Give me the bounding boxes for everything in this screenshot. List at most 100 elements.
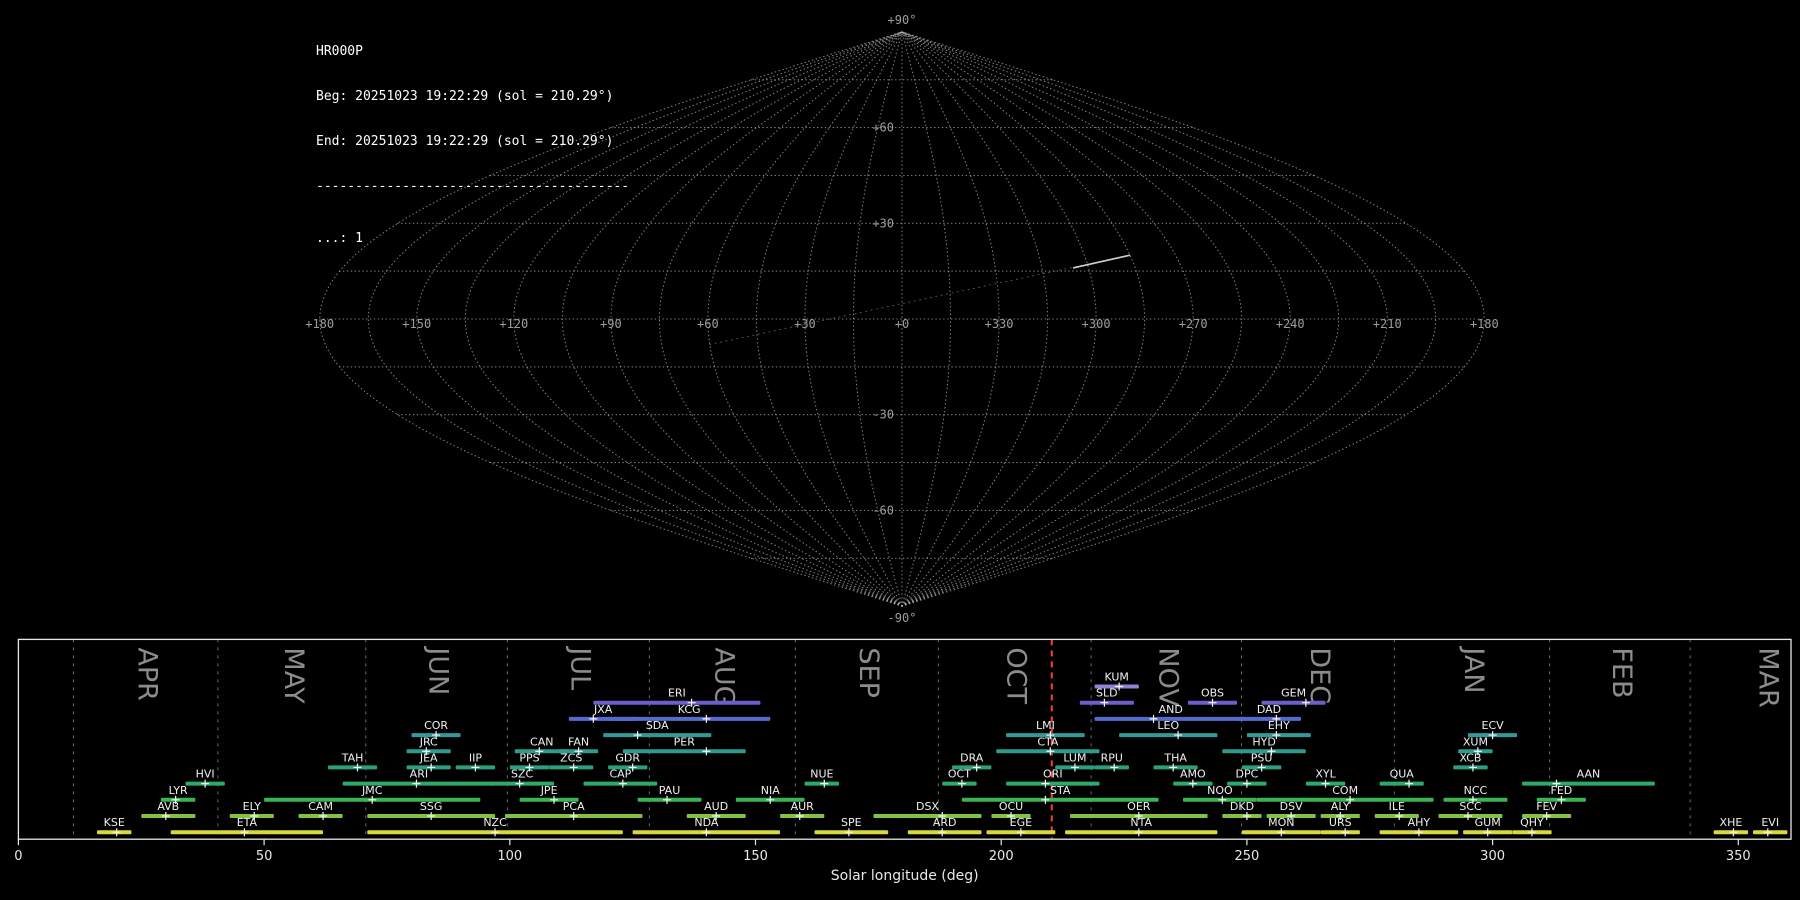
- shower-peak-marker: [427, 763, 436, 772]
- shower-peak-marker: [844, 828, 853, 837]
- shower-label: ECV: [1482, 719, 1505, 732]
- shower-label: AHY: [1408, 816, 1431, 829]
- shower-label: COM: [1332, 784, 1358, 797]
- shower-peak-marker: [702, 714, 711, 723]
- shower-label: NZC: [483, 816, 507, 829]
- shower-label: EHY: [1268, 719, 1290, 732]
- shower-label: NDA: [694, 816, 719, 829]
- shower-label: OCT: [948, 768, 971, 781]
- month-label: MAR: [1752, 647, 1783, 708]
- shower-peak-marker: [1100, 698, 1109, 707]
- shower-peak-marker: [957, 779, 966, 788]
- shower-label: PCA: [563, 800, 585, 813]
- shower-peak-marker: [1016, 828, 1025, 837]
- shower-label: AUR: [791, 800, 815, 813]
- shower-label: ORI: [1043, 768, 1063, 781]
- station-code: HR000P: [316, 44, 363, 59]
- shower-peak-marker: [938, 828, 947, 837]
- shower-peak-marker: [1134, 828, 1143, 837]
- lon-label: +0: [895, 317, 909, 331]
- shower-peak-marker: [1557, 795, 1566, 804]
- shower-label: SSG: [420, 800, 443, 813]
- x-tick-label: 350: [1726, 849, 1751, 864]
- shower-label: CAN: [530, 735, 553, 748]
- lat-label: +60: [872, 121, 894, 135]
- shower-label: JRC: [419, 735, 438, 748]
- shower-label: XUM: [1463, 735, 1488, 748]
- shower-peak-marker: [201, 779, 210, 788]
- month-label: FEB: [1606, 647, 1637, 698]
- shower-peak-marker: [795, 812, 804, 821]
- shower-label: KSE: [104, 816, 125, 829]
- lon-label: +150: [402, 317, 431, 331]
- shower-peak-marker: [702, 747, 711, 756]
- x-tick-label: 300: [1480, 849, 1505, 864]
- shower-label: KUM: [1104, 671, 1128, 684]
- shower-label: ETA: [237, 816, 258, 829]
- lon-label: +270: [1179, 317, 1208, 331]
- shower-label: SPE: [841, 816, 862, 829]
- shower-label: EGE: [1010, 816, 1032, 829]
- month-label: JUL: [564, 645, 595, 690]
- shower-label: AMO: [1180, 768, 1206, 781]
- shower-label: LEO: [1157, 719, 1179, 732]
- month-label: MAY: [278, 647, 309, 704]
- shower-peak-marker: [1468, 763, 1477, 772]
- shower-peak-marker: [1395, 812, 1404, 821]
- shower-peak-marker: [1277, 828, 1286, 837]
- shower-peak-marker: [1527, 828, 1536, 837]
- separator-line: ----------------------------------------: [316, 179, 630, 194]
- shower-label: COR: [424, 719, 448, 732]
- shower-label: ELY: [243, 800, 262, 813]
- shower-label: KCG: [678, 703, 701, 716]
- shower-peak-marker: [766, 795, 775, 804]
- shower-label: TAH: [341, 751, 364, 764]
- shower-peak-marker: [1041, 779, 1050, 788]
- x-tick-label: 250: [1234, 849, 1259, 864]
- shower-peak-marker: [515, 779, 524, 788]
- shower-peak-marker: [161, 812, 170, 821]
- shower-label: FAN: [568, 735, 589, 748]
- x-tick-label: 100: [497, 849, 522, 864]
- shower-label: NIA: [761, 784, 780, 797]
- month-label: DEC: [1304, 647, 1335, 704]
- lat-label: -30: [872, 408, 894, 422]
- meteor-count-line: ...: 1: [316, 231, 363, 246]
- shower-peak-marker: [1414, 828, 1423, 837]
- shower-peak-marker: [1405, 779, 1414, 788]
- shower-label: JPE: [540, 784, 558, 797]
- shower-label: URS: [1329, 816, 1352, 829]
- shower-bar: [1119, 733, 1218, 738]
- shower-label: LYR: [169, 784, 188, 797]
- x-tick-label: 50: [256, 849, 273, 864]
- shower-peak-marker: [427, 812, 436, 821]
- shower-bar: [1522, 781, 1655, 786]
- shower-label: DSX: [916, 800, 939, 813]
- shower-bar: [622, 749, 746, 754]
- lon-label: +300: [1082, 317, 1111, 331]
- shower-peak-marker: [1341, 828, 1350, 837]
- lat-label: +30: [872, 216, 894, 230]
- shower-peak-marker: [112, 828, 121, 837]
- shower-label: OER: [1127, 800, 1151, 813]
- lon-label: +330: [985, 317, 1014, 331]
- shower-peak-marker: [702, 828, 711, 837]
- sky-map: +180 +150 +120 +90 +60 +30 +0 +330 +300 +270 +240 +…: [305, 13, 1499, 625]
- info-block: HR000P Beg: 20251023 19:22:29 (sol = 210…: [316, 14, 629, 276]
- shower-peak-marker: [1242, 812, 1251, 821]
- shower-label: LUM: [1063, 751, 1086, 764]
- shower-peak-marker: [569, 812, 578, 821]
- shower-label: HYD: [1252, 735, 1275, 748]
- shower-bar: [873, 814, 982, 818]
- shower-peak-marker: [1542, 812, 1551, 821]
- shower-peak-marker: [633, 731, 642, 740]
- shower-label: GDR: [615, 751, 640, 764]
- shower-peak-marker: [1488, 731, 1497, 740]
- shower-label: RPU: [1101, 751, 1123, 764]
- shower-peak-marker: [319, 812, 328, 821]
- shower-peak-marker: [412, 779, 421, 788]
- month-label: JAN: [1458, 645, 1489, 693]
- lat-label: +90°: [888, 13, 917, 27]
- shower-peak-marker: [1070, 763, 1079, 772]
- lon-label: +60: [697, 317, 719, 331]
